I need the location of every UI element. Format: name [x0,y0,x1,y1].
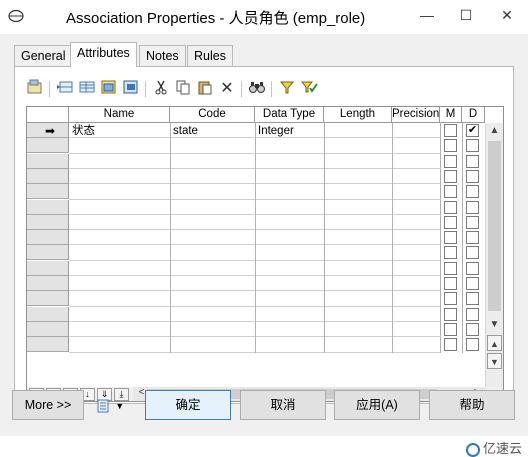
mandatory-checkbox[interactable] [444,277,457,290]
row-header[interactable] [27,138,69,154]
displayed-checkbox[interactable] [466,200,479,214]
mandatory-checkbox[interactable] [444,322,457,336]
properties-menu-button[interactable]: ▼ [90,390,130,420]
watermark-text: 亿速云 [482,441,522,456]
displayed-checkbox[interactable] [466,292,479,306]
mandatory-checkbox[interactable] [444,246,457,260]
column-header-code[interactable]: Code [170,107,255,123]
page-up-icon[interactable]: ▲ [487,335,502,351]
dropdown-arrow-icon: ▼ [115,401,125,411]
displayed-checkbox[interactable] [466,338,479,352]
insert-row-icon[interactable] [55,79,75,99]
mandatory-checkbox[interactable] [444,261,457,275]
displayed-checkbox[interactable] [466,185,479,199]
copy-icon[interactable] [173,79,193,99]
minimize-button[interactable]: — [410,0,444,30]
attributes-grid[interactable]: Name Code Data Type Length Precision M D… [26,106,504,402]
add-row-icon[interactable] [77,79,97,99]
column-header-mandatory[interactable]: M [440,107,462,123]
close-button[interactable]: ✕ [490,0,524,30]
cell-name[interactable]: 状态 [72,124,168,138]
cancel-button[interactable]: 取消 [240,390,326,420]
displayed-checkbox[interactable] [466,231,479,245]
row-header[interactable] [27,230,69,246]
displayed-checkbox[interactable]: ✔ [466,124,479,137]
displayed-checkbox[interactable] [466,246,479,260]
mandatory-checkbox[interactable] [444,231,457,245]
row-header[interactable] [27,291,69,307]
more-button[interactable]: More >> [12,390,84,420]
column-header-displayed[interactable]: D [462,107,485,123]
properties-icon[interactable] [25,79,45,99]
maximize-button[interactable]: ☐ [449,0,483,30]
row-header-corner [27,107,69,123]
add-attribute-icon[interactable] [99,79,119,99]
row-header[interactable] [27,199,69,215]
mandatory-checkbox[interactable] [444,154,457,168]
menu-list-icon [97,399,109,413]
ok-button[interactable]: 确定 [145,390,231,420]
row-header[interactable] [27,276,69,291]
tab-rules[interactable]: Rules [187,45,233,67]
mandatory-checkbox[interactable] [444,200,457,214]
paste-icon[interactable] [195,79,215,99]
column-header-name[interactable]: Name [69,107,170,123]
mandatory-checkbox[interactable] [444,139,457,153]
row-header[interactable] [27,153,69,169]
window-title: Association Properties - 人员角色 (emp_role) [66,10,366,27]
mandatory-checkbox[interactable] [444,185,457,199]
displayed-checkbox[interactable] [466,261,479,275]
column-header-length[interactable]: Length [324,107,392,123]
cell-code[interactable]: state [173,124,253,138]
displayed-checkbox[interactable] [466,169,479,183]
current-row-arrow-icon: ➡ [44,124,56,138]
delete-icon[interactable]: ✕ [217,79,237,99]
mandatory-checkbox[interactable] [444,215,457,229]
row-header[interactable] [27,337,69,353]
column-header-precision[interactable]: Precision [392,107,440,123]
cell-data-type[interactable]: Integer [258,124,322,138]
tab-notes[interactable]: Notes [139,45,186,67]
displayed-checkbox[interactable] [466,139,479,153]
tab-general[interactable]: General [14,45,73,67]
displayed-checkbox[interactable] [466,154,479,168]
scroll-up-icon[interactable]: ▲ [486,123,503,139]
row-header[interactable] [27,214,69,230]
scroll-down-icon[interactable]: ▼ [486,317,503,333]
mandatory-checkbox[interactable] [444,124,457,137]
dialog-body: General Attributes Notes Rules ✕ Name Co… [0,34,528,457]
row-header[interactable] [27,321,69,337]
mandatory-checkbox[interactable] [444,292,457,306]
row-header[interactable] [27,184,69,200]
row-header[interactable] [27,245,69,261]
clear-filter-icon[interactable] [299,79,319,99]
column-header-data-type[interactable]: Data Type [255,107,324,123]
displayed-checkbox[interactable] [466,277,479,290]
watermark: 亿速云 [465,438,522,457]
displayed-checkbox[interactable] [466,322,479,336]
row-header[interactable] [27,260,69,276]
displayed-checkbox[interactable] [466,215,479,229]
row-header[interactable] [27,168,69,184]
association-icon [8,9,24,23]
title-bar: Association Properties - 人员角色 (emp_role)… [0,0,528,34]
page-down-icon[interactable]: ▼ [487,353,502,369]
tab-attributes[interactable]: Attributes [70,42,137,67]
apply-button[interactable]: 应用(A) [334,390,420,420]
mandatory-checkbox[interactable] [444,338,457,352]
vertical-scrollbar[interactable]: ▲ ▼ ▲ ▼ [485,123,503,387]
attributes-panel: ✕ Name Code Data Type Length Precision M… [14,66,514,404]
mandatory-checkbox[interactable] [444,307,457,321]
displayed-checkbox[interactable] [466,307,479,321]
find-icon[interactable] [247,79,267,99]
watermark-logo-icon [465,442,480,457]
row-header[interactable] [27,306,69,322]
mandatory-checkbox[interactable] [444,169,457,183]
cut-icon[interactable] [151,79,171,99]
help-button[interactable]: 帮助 [429,390,515,420]
vertical-scroll-thumb[interactable] [488,141,501,311]
filter-icon[interactable] [277,79,297,99]
reuse-attribute-icon[interactable] [121,79,141,99]
